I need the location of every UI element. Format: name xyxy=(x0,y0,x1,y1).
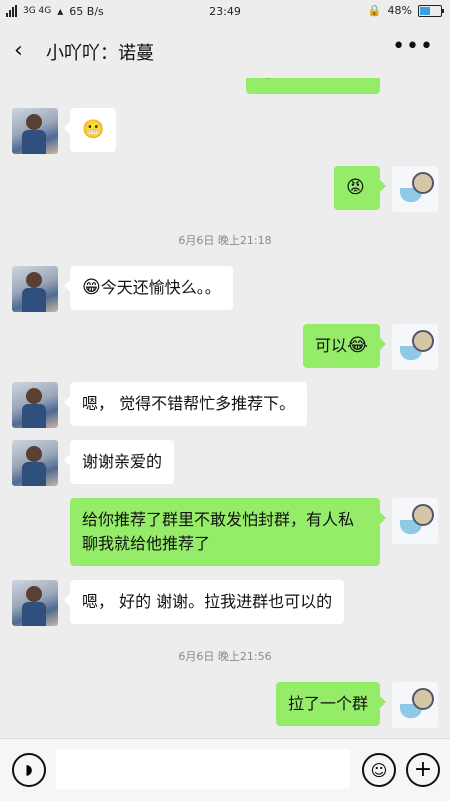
battery-icon xyxy=(418,4,444,17)
more-button[interactable]: ••• xyxy=(392,34,434,59)
message-text: 谢谢亲爱的 xyxy=(82,452,163,471)
message-input[interactable] xyxy=(56,749,350,789)
timestamp: 6月6日 晚上21:56 xyxy=(178,650,272,663)
message-text: 嗯， 好的 谢谢。拉我进群也可以的 xyxy=(82,592,333,611)
avatar-self[interactable] xyxy=(392,324,438,370)
status-bar: 3G 4G ▴ 65 B/s 23:49 🔒 48% xyxy=(0,0,450,24)
message-bubble-left[interactable]: 嗯， 好的 谢谢。拉我进群也可以的 xyxy=(63,580,345,624)
message-emoji: 😂 xyxy=(346,335,368,356)
status-right: 🔒 48% xyxy=(367,4,444,17)
message-emoji: 😬 xyxy=(82,119,105,140)
message-row: 可以😂 xyxy=(0,324,450,370)
chat-title: 小吖吖：诺蔓 xyxy=(46,43,154,64)
emoji-button[interactable]: ☺ xyxy=(362,753,396,787)
message-text: 给你推荐了群里不敢发怕封群，有人私聊我就给他推荐了 xyxy=(82,510,355,553)
message-text: 拉了一个群 xyxy=(287,694,368,713)
message-row: 😂 xyxy=(0,78,450,96)
message-text: 嗯， 觉得不错帮忙多推荐下。 xyxy=(82,394,296,413)
avatar-contact[interactable] xyxy=(12,382,58,428)
message-row: 给你推荐了群里不敢发怕封群，有人私聊我就给他推荐了 xyxy=(0,498,450,568)
message-bubble-right[interactable]: 拉了一个群 xyxy=(275,682,387,726)
message-bubble-right[interactable]: 😂 xyxy=(246,78,380,94)
input-bar: ◗ ☺ + xyxy=(0,738,450,801)
message-bubble-left[interactable]: 😁今天还愉快么。。 xyxy=(64,266,233,310)
battery-fill xyxy=(420,6,430,15)
message-emoji: 😂 xyxy=(258,78,279,82)
message-bubble-left[interactable]: 😬 xyxy=(64,108,116,152)
avatar-self[interactable] xyxy=(392,682,438,728)
back-button[interactable]: ‹ xyxy=(14,38,23,63)
message-bubble-right[interactable]: 😡 xyxy=(334,166,386,210)
message-bubble-right[interactable]: 可以😂 xyxy=(302,324,387,368)
message-text: 今天还愉快么。。 xyxy=(100,278,221,297)
avatar-self[interactable] xyxy=(392,498,438,544)
chat-header: ‹ 小吖吖：诺蔓 ••• xyxy=(0,24,450,78)
message-row: 嗯， 好的 谢谢。拉我进群也可以的 xyxy=(0,580,450,626)
avatar-self[interactable] xyxy=(392,166,438,212)
emoji-smile-icon: ☺ xyxy=(370,760,388,780)
avatar-contact[interactable] xyxy=(12,580,58,626)
message-emoji: 😁 xyxy=(82,277,101,298)
avatar-contact[interactable] xyxy=(12,266,58,312)
plus-button[interactable]: + xyxy=(406,753,440,787)
voice-button[interactable]: ◗ xyxy=(12,753,46,787)
message-row: 嗯， 觉得不错帮忙多推荐下。 xyxy=(0,382,450,428)
battery-percent: 48% xyxy=(387,4,412,17)
message-bubble-right[interactable]: 给你推荐了群里不敢发怕封群，有人私聊我就给他推荐了 xyxy=(70,498,386,566)
avatar-contact[interactable] xyxy=(12,440,58,486)
message-row: 谢谢亲爱的 xyxy=(0,440,450,486)
message-text: 可以 xyxy=(314,336,347,355)
message-row: 拉了一个群 xyxy=(0,682,450,728)
message-row: 😁今天还愉快么。。 xyxy=(0,266,450,312)
voice-icon: ◗ xyxy=(25,762,33,778)
message-emoji: 😡 xyxy=(346,177,365,198)
message-row: 😡 xyxy=(0,166,450,212)
lock-icon: 🔒 xyxy=(367,4,382,17)
message-bubble-left[interactable]: 谢谢亲爱的 xyxy=(63,440,175,484)
message-row: 😬 xyxy=(0,108,450,154)
plus-icon: + xyxy=(413,757,433,782)
timestamp: 6月6日 晚上21:18 xyxy=(178,234,272,247)
avatar-contact[interactable] xyxy=(12,108,58,154)
message-bubble-left[interactable]: 嗯， 觉得不错帮忙多推荐下。 xyxy=(63,382,308,426)
message-list[interactable]: 😂 😬 😡 6月6日 晚上21:18 😁今天还愉快么。。 可以😂 xyxy=(0,78,450,738)
